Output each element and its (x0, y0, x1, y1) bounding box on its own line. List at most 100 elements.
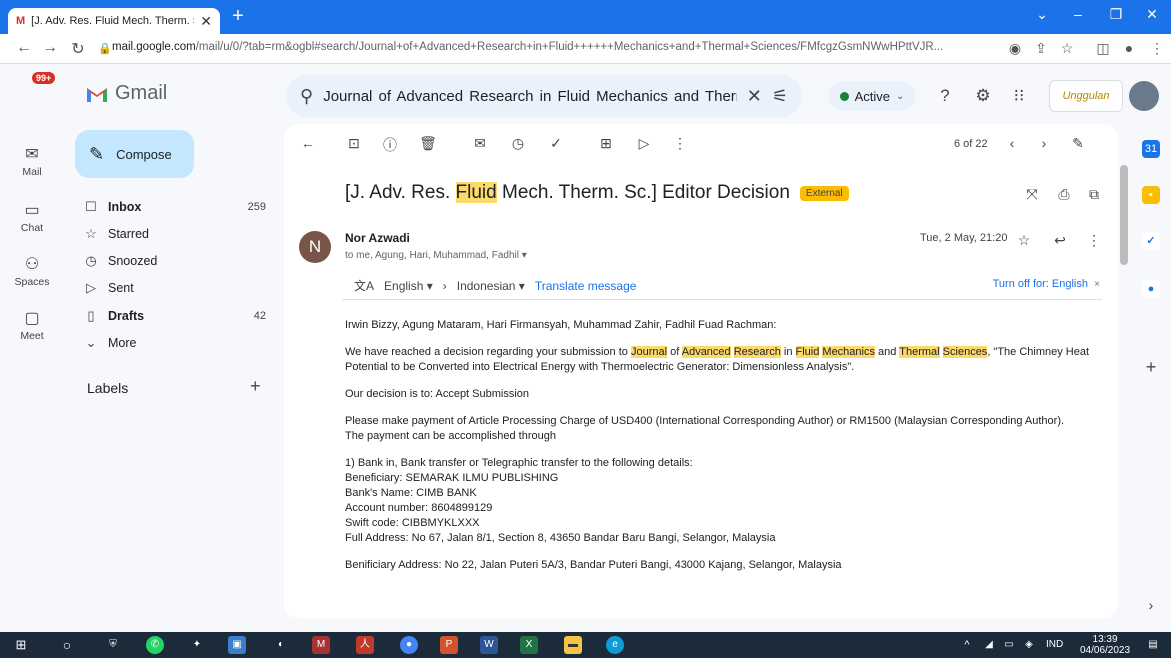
url-field[interactable]: mail.google.com/mail/u/0/?tab=rm&ogbl#se… (112, 41, 992, 53)
add-label-icon[interactable]: + (250, 376, 261, 397)
windows-start-icon[interactable]: ⊞ (12, 636, 30, 654)
help-icon[interactable]: ? (934, 86, 956, 106)
word-icon[interactable]: W (480, 636, 498, 654)
compose-button[interactable]: ✎ Compose (75, 130, 194, 178)
sender-avatar[interactable]: N (299, 231, 331, 263)
archive-icon[interactable]: ⊡ (344, 135, 364, 152)
mark-unread-icon[interactable]: ✉ (470, 135, 490, 152)
profile-icon[interactable]: ● (1120, 40, 1138, 56)
tab-search-icon[interactable]: ⌄ (1030, 6, 1054, 23)
turn-off-translation-link[interactable]: Turn off for: English (993, 278, 1088, 290)
system-clock[interactable]: 13:39 04/06/2023 (1080, 634, 1130, 656)
nav-item-starred[interactable]: ☆ Starred (76, 220, 272, 247)
nav-item-drafts[interactable]: ▯ Drafts 42 (76, 302, 272, 329)
search-icon[interactable]: ⚲ (300, 86, 313, 107)
edge-icon[interactable]: e (606, 636, 624, 654)
powerpoint-icon[interactable]: P (440, 636, 458, 654)
whatsapp-icon[interactable]: ✆ (146, 636, 164, 654)
app-icon[interactable]: ✦ (188, 636, 206, 654)
inbox-icon: ☐ (85, 198, 97, 214)
tab-close-icon[interactable]: ✕ (200, 13, 212, 30)
message-scrollbar[interactable] (1120, 165, 1128, 265)
tasks-icon[interactable]: ✓ (1142, 232, 1160, 250)
keep-icon[interactable]: ▪ (1142, 186, 1160, 204)
nav-item-inbox[interactable]: ☐ Inbox 259 (76, 193, 272, 220)
older-icon[interactable]: › (1034, 135, 1054, 151)
star-message-icon[interactable]: ☆ (1014, 232, 1034, 249)
status-selector[interactable]: Active ⌄ (828, 81, 916, 111)
gmail-logo[interactable]: Gmail (85, 82, 167, 105)
target-language-select[interactable]: Indonesian ▾ (457, 279, 525, 293)
open-new-window-icon[interactable]: ⧉ (1084, 186, 1104, 203)
nav-item-sent[interactable]: ▷ Sent (76, 274, 272, 301)
more-actions-icon[interactable]: ⋮ (670, 135, 690, 152)
reply-icon[interactable]: ↩ (1050, 232, 1070, 249)
clock-date: 04/06/2023 (1080, 645, 1131, 656)
organization-logo[interactable]: Unggulan (1049, 80, 1123, 112)
expand-all-icon[interactable]: ⤧ (1022, 186, 1042, 203)
close-window-icon[interactable]: ✕ (1140, 6, 1164, 23)
nav-item-snoozed[interactable]: ◷ Snoozed (76, 247, 272, 274)
snooze-icon[interactable]: ◷ (508, 135, 528, 152)
add-task-icon[interactable]: ✓ (546, 135, 566, 152)
nav-item-more[interactable]: ⌄ More (76, 329, 272, 356)
input-language[interactable]: IND (1046, 639, 1063, 650)
pdf-reader-icon[interactable]: 人 (356, 636, 374, 654)
excel-icon[interactable]: X (520, 636, 538, 654)
sender-name[interactable]: Nor Azwadi (345, 231, 410, 245)
search-options-icon[interactable]: ⚟ (772, 86, 788, 107)
clear-search-icon[interactable]: ✕ (747, 86, 762, 107)
rail-meet[interactable]: ▢ Meet (0, 308, 64, 342)
print-icon[interactable]: ⎙ (1054, 186, 1074, 203)
shield-icon[interactable]: ⛨ (104, 636, 122, 654)
recipients-line[interactable]: to me, Agung, Hari, Muhammad, Fadhil ▾ (345, 250, 527, 261)
report-spam-icon[interactable]: ⓘ (380, 135, 400, 155)
file-explorer-icon[interactable]: ▬ (564, 636, 582, 654)
menu-dots-icon[interactable]: ⋮ (1148, 40, 1166, 57)
search-input[interactable]: Journal of Advanced Research in Fluid Me… (323, 88, 737, 105)
rail-chat[interactable]: ▭ Chat (0, 200, 64, 234)
rail-spaces[interactable]: ⚇ Spaces (0, 254, 64, 288)
forward-icon[interactable]: → (40, 39, 60, 57)
restore-icon[interactable]: ❐ (1104, 6, 1128, 23)
bookmark-star-icon[interactable]: ☆ (1058, 40, 1076, 57)
eye-icon[interactable]: ◉ (1006, 40, 1024, 57)
reload-icon[interactable]: ↻ (68, 39, 88, 59)
sidepanel-icon[interactable]: ◫ (1094, 40, 1112, 57)
delete-icon[interactable]: 🗑 (418, 135, 438, 152)
account-avatar[interactable] (1129, 81, 1159, 111)
contacts-icon[interactable]: ● (1142, 280, 1160, 298)
notification-icon[interactable]: ▤ (1144, 636, 1162, 654)
apps-grid-icon[interactable]: ⁝⁝ (1008, 86, 1030, 106)
source-language-select[interactable]: English ▾ (384, 279, 433, 293)
minimize-icon[interactable]: – (1066, 6, 1090, 22)
tray-chevron-icon[interactable]: ^ (958, 636, 976, 654)
translate-message-link[interactable]: Translate message (535, 279, 637, 293)
back-to-list-icon[interactable]: ← (298, 135, 318, 151)
settings-gear-icon[interactable]: ⚙ (972, 86, 994, 106)
battery-icon[interactable]: ▭ (1000, 636, 1018, 654)
message-date: Tue, 2 May, 21:20 (920, 232, 1008, 244)
volume-icon[interactable]: ◈ (1020, 636, 1038, 654)
label-icon[interactable]: ▷ (634, 135, 654, 152)
new-tab-button[interactable]: + (228, 6, 248, 26)
app-icon[interactable]: M (312, 636, 330, 654)
newer-icon[interactable]: ‹ (1002, 135, 1022, 151)
share-icon[interactable]: ⇪ (1032, 40, 1050, 57)
get-addons-icon[interactable]: + (1142, 358, 1160, 376)
store-icon[interactable]: ▣ (228, 636, 246, 654)
app-icon[interactable]: ◐ (272, 636, 290, 654)
chrome-icon[interactable]: ● (400, 636, 418, 654)
show-side-panel-icon[interactable]: › (1142, 596, 1160, 614)
close-translate-icon[interactable]: × (1094, 279, 1100, 290)
browser-tab[interactable]: M [J. Adv. Res. Fluid Mech. Therm. S ✕ (8, 8, 220, 34)
message-more-icon[interactable]: ⋮ (1084, 232, 1104, 249)
search-bar[interactable]: ⚲ Journal of Advanced Research in Fluid … (286, 75, 802, 117)
rail-mail[interactable]: ✉ Mail (0, 144, 64, 178)
back-icon[interactable]: ← (14, 39, 34, 57)
calendar-icon[interactable]: 31 (1142, 140, 1160, 158)
network-icon[interactable]: ◢ (980, 636, 998, 654)
input-tools-icon[interactable]: ✎ (1068, 135, 1088, 152)
move-to-icon[interactable]: ⊞ (596, 135, 616, 152)
taskbar-search-icon[interactable]: ○ (58, 636, 76, 654)
